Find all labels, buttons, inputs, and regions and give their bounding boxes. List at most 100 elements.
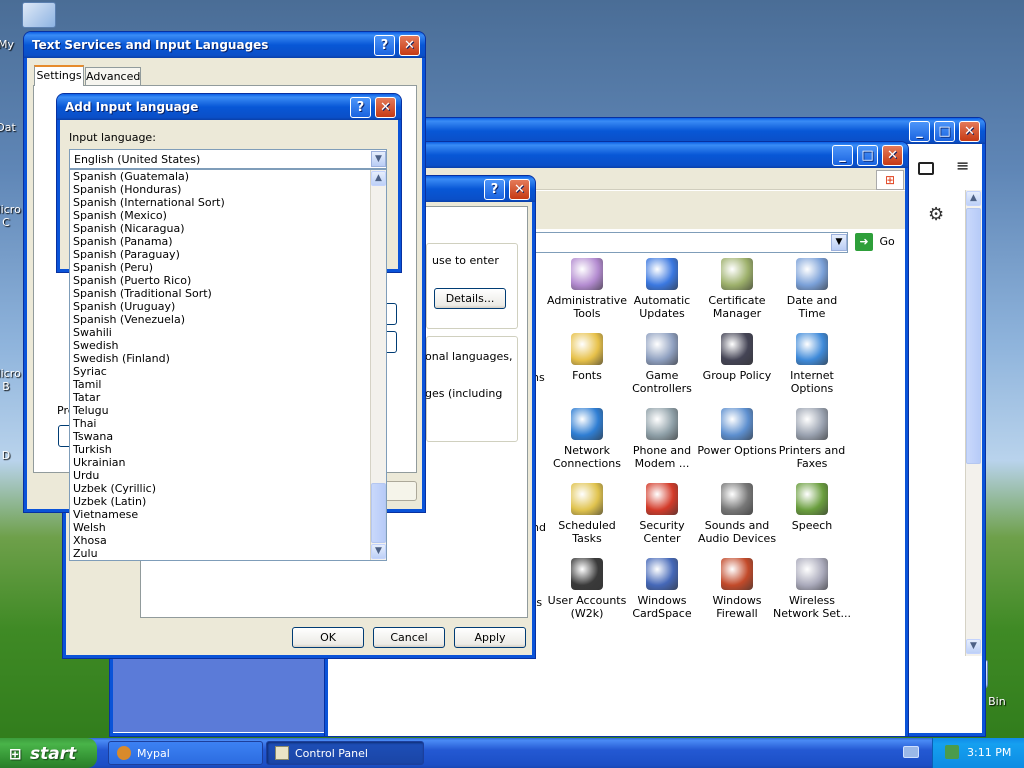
control-panel-item[interactable]: Internet Options [772, 333, 852, 395]
add-input-titlebar[interactable]: Add Input language ? ✕ [57, 94, 401, 120]
language-option[interactable]: Thai [70, 417, 370, 430]
control-panel-item[interactable]: Sounds and Audio Devices [697, 483, 777, 545]
language-option[interactable]: Xhosa [70, 534, 370, 547]
control-panel-item-label: Internet Options [790, 369, 834, 395]
control-panel-item-label: Sounds and Audio Devices [697, 519, 777, 545]
control-panel-item[interactable]: User Accounts (W2k) [547, 558, 627, 620]
scroll-down-button[interactable]: ▼ [966, 639, 981, 654]
tray-network-icon[interactable] [945, 745, 959, 759]
minimize-button[interactable]: _ [832, 145, 853, 166]
maximize-button[interactable]: □ [934, 121, 955, 142]
scroll-thumb[interactable] [966, 208, 981, 464]
language-option[interactable]: Spanish (Mexico) [70, 209, 370, 222]
globe-icon [796, 333, 828, 365]
control-panel-item[interactable]: Wireless Network Set... [772, 558, 852, 620]
language-option[interactable]: Syriac [70, 365, 370, 378]
language-option[interactable]: Turkish [70, 443, 370, 456]
gear-icon[interactable]: ⚙ [928, 204, 944, 225]
start-button[interactable]: ⊞ start [0, 738, 97, 768]
control-panel-item[interactable]: Windows Firewall [697, 558, 777, 620]
control-panel-item[interactable]: Power Options [697, 408, 777, 457]
help-button[interactable]: ? [350, 97, 371, 118]
language-option[interactable]: Urdu [70, 469, 370, 482]
partial-button[interactable] [383, 481, 417, 501]
language-option[interactable]: Spanish (Uruguay) [70, 300, 370, 313]
language-option[interactable]: Zulu [70, 547, 370, 560]
control-panel-item[interactable]: Phone and Modem ... [622, 408, 702, 470]
text-services-titlebar[interactable]: Text Services and Input Languages ? ✕ [24, 32, 425, 58]
taskbar-item-mypal[interactable]: Mypal [108, 741, 263, 765]
details-button[interactable]: Details... [434, 288, 506, 309]
go-button[interactable]: ➜ Go [855, 233, 901, 253]
control-panel-item-label: Printers and Faxes [778, 444, 846, 470]
control-panel-item[interactable]: Group Policy [697, 333, 777, 382]
apply-button[interactable]: Apply [454, 627, 526, 648]
language-option[interactable]: Spanish (Puerto Rico) [70, 274, 370, 287]
control-panel-item-label: Administrative Tools [547, 294, 628, 320]
scroll-thumb[interactable] [371, 483, 386, 543]
language-option[interactable]: Spanish (Venezuela) [70, 313, 370, 326]
input-language-select[interactable]: English (United States) [69, 149, 387, 169]
taskbar-item-control-panel[interactable]: Control Panel [266, 741, 424, 765]
control-panel-item[interactable]: Certificate Manager [697, 258, 777, 320]
desktop-icon-my-computer[interactable] [22, 2, 56, 28]
control-panel-item[interactable]: Security Center [622, 483, 702, 545]
ok-button[interactable]: OK [292, 627, 364, 648]
language-dropdown-list[interactable]: Spanish (Guatemala) Spanish (Honduras) Spa… [69, 169, 387, 561]
close-button[interactable]: ✕ [882, 145, 903, 166]
language-option[interactable]: Tatar [70, 391, 370, 404]
control-panel-item[interactable]: Game Controllers [622, 333, 702, 395]
scroll-down-button[interactable]: ▼ [371, 544, 386, 559]
minimize-button[interactable]: _ [909, 121, 930, 142]
control-panel-item[interactable]: Date and Time [772, 258, 852, 320]
control-panel-item[interactable]: Windows CardSpace [622, 558, 702, 620]
speaker-icon [721, 483, 753, 515]
sidebar-panel-icon[interactable] [918, 162, 934, 175]
language-option[interactable]: Welsh [70, 521, 370, 534]
address-dropdown-button[interactable]: ▼ [831, 234, 847, 251]
control-panel-item[interactable]: Automatic Updates [622, 258, 702, 320]
menu-icon[interactable]: ≡ [956, 156, 969, 175]
close-button[interactable]: ✕ [399, 35, 420, 56]
control-panel-item[interactable]: Speech [772, 483, 852, 532]
language-option[interactable]: Tamil [70, 378, 370, 391]
control-panel-item[interactable]: Network Connections [547, 408, 627, 470]
language-option[interactable]: Spanish (International Sort) [70, 196, 370, 209]
keyboard-icon[interactable] [903, 746, 919, 758]
maximize-button[interactable]: □ [857, 145, 878, 166]
close-button[interactable]: ✕ [375, 97, 396, 118]
language-option[interactable]: Vietnamese [70, 508, 370, 521]
control-panel-item[interactable]: Printers and Faxes [772, 408, 852, 470]
language-option[interactable]: Uzbek (Latin) [70, 495, 370, 508]
language-option[interactable]: Spanish (Peru) [70, 261, 370, 274]
scroll-up-button[interactable]: ▲ [966, 191, 981, 206]
tab-settings[interactable]: Settings [34, 65, 84, 86]
help-button[interactable]: ? [484, 179, 505, 200]
language-option[interactable]: Swedish (Finland) [70, 352, 370, 365]
cancel-button[interactable]: Cancel [373, 627, 445, 648]
language-option[interactable]: Spanish (Panama) [70, 235, 370, 248]
control-panel-item[interactable]: Administrative Tools [547, 258, 627, 320]
language-option[interactable]: Swahili [70, 326, 370, 339]
shield-icon [646, 483, 678, 515]
control-panel-item[interactable]: Fonts [547, 333, 627, 382]
language-option[interactable]: Uzbek (Cyrillic) [70, 482, 370, 495]
control-panel-item-label: Windows Firewall [712, 594, 762, 620]
language-option[interactable]: Ukrainian [70, 456, 370, 469]
help-button[interactable]: ? [374, 35, 395, 56]
tab-advanced[interactable]: Advanced [85, 67, 141, 86]
language-option[interactable]: Spanish (Paraguay) [70, 248, 370, 261]
dropdown-arrow-button[interactable]: ▼ [371, 151, 386, 167]
close-button[interactable]: ✕ [509, 179, 530, 200]
language-option[interactable]: Tswana [70, 430, 370, 443]
control-panel-item-label: Certificate Manager [708, 294, 766, 320]
language-option[interactable]: Spanish (Honduras) [70, 183, 370, 196]
scroll-up-button[interactable]: ▲ [371, 171, 386, 186]
language-option[interactable]: Telugu [70, 404, 370, 417]
language-option[interactable]: Swedish [70, 339, 370, 352]
language-option[interactable]: Spanish (Guatemala) [70, 170, 370, 183]
control-panel-item[interactable]: Scheduled Tasks [547, 483, 627, 545]
language-option[interactable]: Spanish (Traditional Sort) [70, 287, 370, 300]
close-button[interactable]: ✕ [959, 121, 980, 142]
language-option[interactable]: Spanish (Nicaragua) [70, 222, 370, 235]
